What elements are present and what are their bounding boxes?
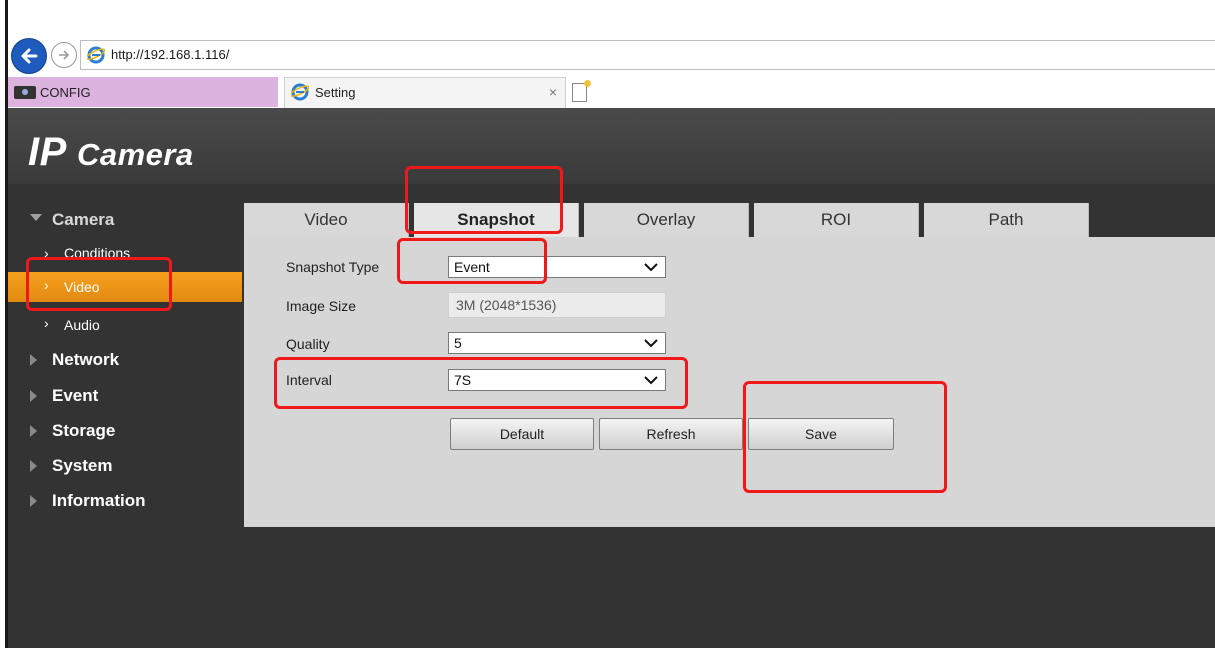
sidebar-item-label: Information bbox=[52, 491, 146, 510]
snapshot-type-label: Snapshot Type bbox=[286, 259, 380, 275]
browser-tab-label: Setting bbox=[315, 85, 356, 100]
browser-tab-label: CONFIG bbox=[40, 85, 91, 100]
tab-video[interactable]: Video bbox=[244, 203, 409, 237]
sidebar-item-event[interactable]: Event bbox=[8, 380, 248, 412]
address-field[interactable]: http://192.168.1.116/ bbox=[80, 40, 1215, 70]
collapsed-triangle-icon bbox=[30, 495, 37, 507]
sidebar: Camera › Conditions › Video › Audio Netw… bbox=[8, 184, 248, 648]
annotation-box-snapshot-tab bbox=[405, 166, 563, 234]
sidebar-item-label: System bbox=[52, 456, 113, 475]
browser-tab-config[interactable]: CONFIG bbox=[8, 77, 278, 107]
forward-button[interactable] bbox=[51, 42, 77, 68]
image-size-value: 3M (2048*1536) bbox=[456, 297, 557, 313]
ie-icon bbox=[291, 83, 309, 101]
chevron-down-icon bbox=[644, 263, 658, 272]
annotation-box-interval bbox=[274, 357, 688, 409]
sidebar-item-camera[interactable]: Camera bbox=[8, 204, 248, 236]
sidebar-item-network[interactable]: Network bbox=[8, 344, 248, 376]
chevron-down-icon bbox=[644, 339, 658, 348]
sidebar-subitem-audio[interactable]: › Audio bbox=[8, 310, 242, 340]
sidebar-item-label: Event bbox=[52, 386, 99, 405]
annotation-box-save bbox=[743, 381, 947, 493]
sidebar-item-label: Storage bbox=[52, 421, 116, 440]
address-bar-row: http://192.168.1.116/ bbox=[8, 36, 1215, 74]
sidebar-item-label: Network bbox=[52, 350, 120, 369]
image-size-label: Image Size bbox=[286, 298, 357, 314]
sidebar-item-information[interactable]: Information bbox=[8, 485, 248, 517]
sidebar-item-system[interactable]: System bbox=[8, 450, 248, 482]
quality-select[interactable]: 5 bbox=[448, 332, 666, 354]
tab-roi[interactable]: ROI bbox=[754, 203, 919, 237]
browser-tab-row: CONFIG Setting × bbox=[8, 75, 1215, 109]
refresh-button[interactable]: Refresh bbox=[599, 418, 743, 450]
forward-arrow-icon bbox=[59, 50, 70, 60]
app-logo: IP Camera bbox=[28, 130, 194, 175]
expanded-triangle-icon bbox=[30, 214, 42, 221]
app-header: IP Camera bbox=[8, 108, 1215, 184]
camera-icon bbox=[14, 86, 36, 99]
sidebar-item-storage[interactable]: Storage bbox=[8, 415, 248, 447]
collapsed-triangle-icon bbox=[30, 390, 37, 402]
back-arrow-icon bbox=[21, 48, 38, 64]
new-tab-icon[interactable] bbox=[572, 80, 591, 102]
image-size-field: 3M (2048*1536) bbox=[448, 292, 666, 318]
collapsed-triangle-icon bbox=[30, 354, 37, 366]
url-text: http://192.168.1.116/ bbox=[111, 47, 230, 62]
chevron-right-icon: › bbox=[44, 315, 49, 331]
sidebar-item-label: Camera bbox=[52, 210, 115, 229]
close-tab-icon[interactable]: × bbox=[549, 84, 557, 100]
annotation-box-video-item bbox=[26, 257, 172, 311]
tab-overlay[interactable]: Overlay bbox=[584, 203, 749, 237]
tab-path[interactable]: Path bbox=[924, 203, 1089, 237]
logo-sub: Camera bbox=[76, 137, 194, 172]
logo-main: IP bbox=[28, 130, 66, 174]
back-button[interactable] bbox=[11, 38, 47, 74]
collapsed-triangle-icon bbox=[30, 425, 37, 437]
browser-tab-setting[interactable]: Setting × bbox=[284, 77, 566, 108]
default-button[interactable]: Default bbox=[450, 418, 594, 450]
sidebar-subitem-label: Audio bbox=[64, 317, 100, 333]
quality-value: 5 bbox=[454, 335, 462, 351]
ie-icon bbox=[87, 46, 105, 64]
annotation-box-snapshot-type bbox=[397, 238, 547, 284]
collapsed-triangle-icon bbox=[30, 460, 37, 472]
quality-label: Quality bbox=[286, 336, 330, 352]
